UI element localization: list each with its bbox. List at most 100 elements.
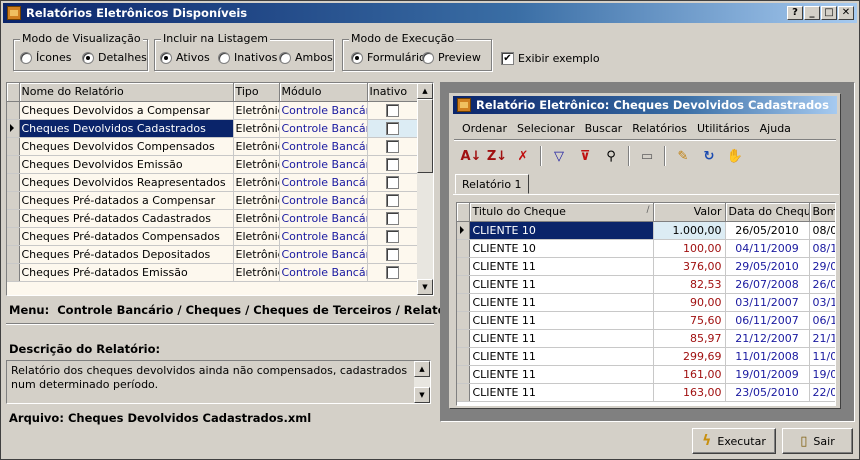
- description-scrollbar[interactable]: ▲ ▼: [414, 361, 430, 403]
- cheque-title[interactable]: CLIENTE 11: [469, 311, 654, 330]
- cheque-bom[interactable]: 29/06: [809, 257, 835, 276]
- menu-ajuda[interactable]: Ajuda: [755, 122, 796, 135]
- cheque-date[interactable]: 21/12/2007: [725, 329, 810, 348]
- grid-header-bom[interactable]: Bom: [809, 203, 835, 222]
- cheque-bom[interactable]: 08/06: [809, 221, 835, 240]
- cheque-value[interactable]: 161,00: [653, 365, 726, 384]
- cheque-date[interactable]: 19/01/2009: [725, 365, 810, 384]
- inactive-checkbox[interactable]: [385, 175, 399, 189]
- report-module[interactable]: Controle Bancário: [279, 191, 368, 210]
- clear-filter-icon[interactable]: ⊽: [572, 145, 598, 167]
- cheque-value[interactable]: 163,00: [653, 383, 726, 402]
- radio-form-dot[interactable]: [351, 51, 363, 64]
- show-example-check[interactable]: ✔: [501, 52, 514, 65]
- execute-button[interactable]: ϟ Executar: [692, 428, 776, 454]
- report-module[interactable]: Controle Bancário: [279, 155, 368, 174]
- report-inactive[interactable]: [367, 245, 418, 264]
- cheque-bom[interactable]: 11/01: [809, 347, 835, 366]
- cheque-date[interactable]: 06/11/2007: [725, 311, 810, 330]
- radio-preview-dot[interactable]: [422, 51, 434, 64]
- cheque-title[interactable]: CLIENTE 11: [469, 257, 654, 276]
- cheque-value[interactable]: 100,00: [653, 239, 726, 258]
- report-name[interactable]: Cheques Devolvidos Reapresentados: [19, 173, 234, 192]
- grid-row[interactable]: CLIENTE 101.000,0026/05/201008/06: [457, 221, 835, 240]
- minimize-button[interactable]: _: [804, 6, 820, 20]
- grid-row[interactable]: CLIENTE 1175,6006/11/200706/11: [457, 311, 835, 330]
- filter-icon[interactable]: ▽: [546, 145, 572, 167]
- radio-active-dot[interactable]: [160, 51, 172, 64]
- grid-row[interactable]: CLIENTE 11163,0023/05/201022/06: [457, 383, 835, 402]
- desc-scroll-up-icon[interactable]: ▲: [414, 361, 430, 377]
- inactive-checkbox[interactable]: [385, 103, 399, 117]
- scroll-thumb[interactable]: [417, 99, 433, 173]
- cheque-date[interactable]: 23/05/2010: [725, 383, 810, 402]
- tab-relatorio-1[interactable]: Relatório 1: [455, 174, 529, 194]
- radio-both[interactable]: Ambos: [279, 51, 333, 64]
- report-name[interactable]: Cheques Pré-datados Compensados: [19, 227, 234, 246]
- report-name[interactable]: Cheques Pré-datados Depositados: [19, 245, 234, 264]
- table-row[interactable]: Cheques Devolvidos Compensados Eletrôni co…: [7, 137, 418, 156]
- grid-row[interactable]: CLIENTE 11376,0029/05/201029/06: [457, 257, 835, 276]
- radio-inactive[interactable]: Inativos: [218, 51, 277, 64]
- col-header-module[interactable]: Módulo: [279, 83, 368, 102]
- report-name[interactable]: Cheques Devolvidos Emissão: [19, 155, 234, 174]
- report-name[interactable]: Cheques Pré-datados Emissão: [19, 263, 234, 282]
- report-module[interactable]: Controle Bancário: [279, 263, 368, 282]
- inactive-checkbox[interactable]: [385, 247, 399, 261]
- cheque-bom[interactable]: 22/06: [809, 383, 835, 402]
- table-row[interactable]: Cheques Pré-datados Cadastrados Eletrôni c…: [7, 209, 418, 228]
- clear-sort-icon[interactable]: ✗: [510, 145, 536, 167]
- report-inactive[interactable]: [367, 209, 418, 228]
- report-module[interactable]: Controle Bancário: [279, 119, 368, 138]
- report-name[interactable]: Cheques Devolvidos a Compensar: [19, 101, 234, 120]
- col-header-type[interactable]: Tipo: [233, 83, 280, 102]
- scroll-up-icon[interactable]: ▲: [417, 83, 433, 99]
- grid-row[interactable]: CLIENTE 1185,9721/12/200721/12: [457, 329, 835, 348]
- cheque-date[interactable]: 03/11/2007: [725, 293, 810, 312]
- scroll-down-icon[interactable]: ▼: [417, 279, 433, 295]
- report-type[interactable]: Eletrônico: [233, 227, 280, 246]
- radio-inactive-dot[interactable]: [218, 51, 230, 64]
- col-header-name[interactable]: Nome do Relatório: [19, 83, 234, 102]
- grid-row[interactable]: CLIENTE 10100,0004/11/200908/11: [457, 239, 835, 258]
- table-row[interactable]: Cheques Pré-datados Depositados Eletrôni c…: [7, 245, 418, 264]
- report-inactive[interactable]: [367, 119, 418, 138]
- maximize-button[interactable]: □: [821, 6, 837, 20]
- report-module[interactable]: Controle Bancário: [279, 137, 368, 156]
- refresh-icon[interactable]: ↻: [696, 145, 722, 167]
- cheque-title[interactable]: CLIENTE 11: [469, 293, 654, 312]
- table-row[interactable]: Cheques Devolvidos Cadastrados Eletrôni co…: [7, 119, 418, 138]
- report-module[interactable]: Controle Bancário: [279, 245, 368, 264]
- menu-selecionar[interactable]: Selecionar: [512, 122, 580, 135]
- cheque-bom[interactable]: 03/11: [809, 293, 835, 312]
- report-inactive[interactable]: [367, 101, 418, 120]
- report-type[interactable]: Eletrônico: [233, 209, 280, 228]
- report-inactive[interactable]: [367, 191, 418, 210]
- cheque-value[interactable]: 299,69: [653, 347, 726, 366]
- inactive-checkbox[interactable]: [385, 211, 399, 225]
- cheque-bom[interactable]: 08/11: [809, 239, 835, 258]
- table-row[interactable]: Cheques Pré-datados a Compensar Eletrôni c…: [7, 191, 418, 210]
- inactive-checkbox[interactable]: [385, 193, 399, 207]
- report-inactive[interactable]: [367, 173, 418, 192]
- cheque-title[interactable]: CLIENTE 10: [469, 239, 654, 258]
- cheque-title[interactable]: CLIENTE 11: [469, 347, 654, 366]
- cheque-value[interactable]: 1.000,00: [653, 221, 726, 240]
- menu-buscar[interactable]: Buscar: [580, 122, 628, 135]
- cheque-date[interactable]: 26/05/2010: [725, 221, 810, 240]
- inactive-checkbox[interactable]: [385, 139, 399, 153]
- grid-row[interactable]: CLIENTE 11299,6911/01/200811/01: [457, 347, 835, 366]
- report-name[interactable]: Cheques Pré-datados Cadastrados: [19, 209, 234, 228]
- desc-scroll-down-icon[interactable]: ▼: [414, 387, 430, 403]
- cheque-date[interactable]: 26/07/2008: [725, 275, 810, 294]
- radio-form[interactable]: Formulário: [351, 51, 426, 64]
- show-example-checkbox[interactable]: ✔ Exibir exemplo: [501, 52, 600, 65]
- inactive-checkbox[interactable]: [385, 157, 399, 171]
- radio-icons[interactable]: Ícones: [20, 51, 72, 64]
- sort-desc-icon[interactable]: Z↓: [484, 145, 510, 167]
- columns-icon[interactable]: ▭: [634, 145, 660, 167]
- report-module[interactable]: Controle Bancário: [279, 173, 368, 192]
- report-name[interactable]: Cheques Devolvidos Compensados: [19, 137, 234, 156]
- grid-row[interactable]: CLIENTE 1182,5326/07/200826/07: [457, 275, 835, 294]
- col-header-inactive[interactable]: Inativo: [367, 83, 418, 102]
